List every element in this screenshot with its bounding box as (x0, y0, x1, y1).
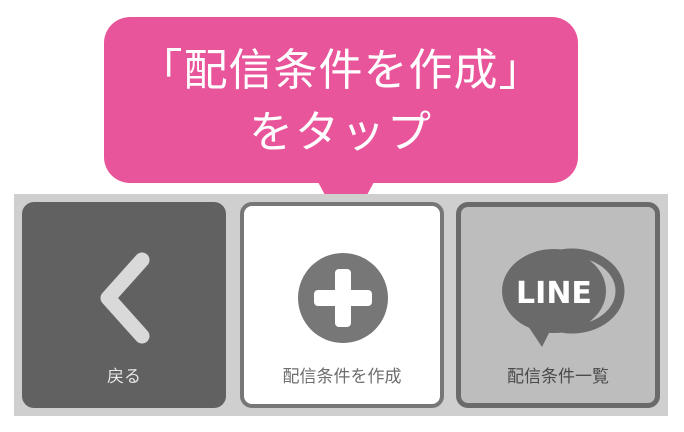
chevron-left-icon (100, 252, 150, 344)
back-button[interactable]: 戻る (22, 202, 226, 408)
line-logo-text: LINE (516, 276, 592, 311)
callout-line-1: 「配信条件を作成」 (138, 45, 544, 96)
create-condition-button[interactable]: 配信条件を作成 (240, 202, 444, 408)
create-condition-label: 配信条件を作成 (282, 367, 402, 387)
condition-list-label: 配信条件一覧 (507, 367, 609, 387)
back-button-label: 戻る (107, 367, 141, 387)
instruction-callout: 「配信条件を作成」 をタップ (104, 17, 578, 183)
bottom-toolbar: 戻る 配信条件を作成 LINE 配信条件一覧 (14, 194, 668, 416)
plus-circle-icon (298, 253, 388, 343)
condition-list-button[interactable]: LINE 配信条件一覧 (456, 202, 660, 408)
line-logo-icon: LINE (502, 248, 625, 347)
callout-line-2: をタップ (249, 107, 433, 158)
